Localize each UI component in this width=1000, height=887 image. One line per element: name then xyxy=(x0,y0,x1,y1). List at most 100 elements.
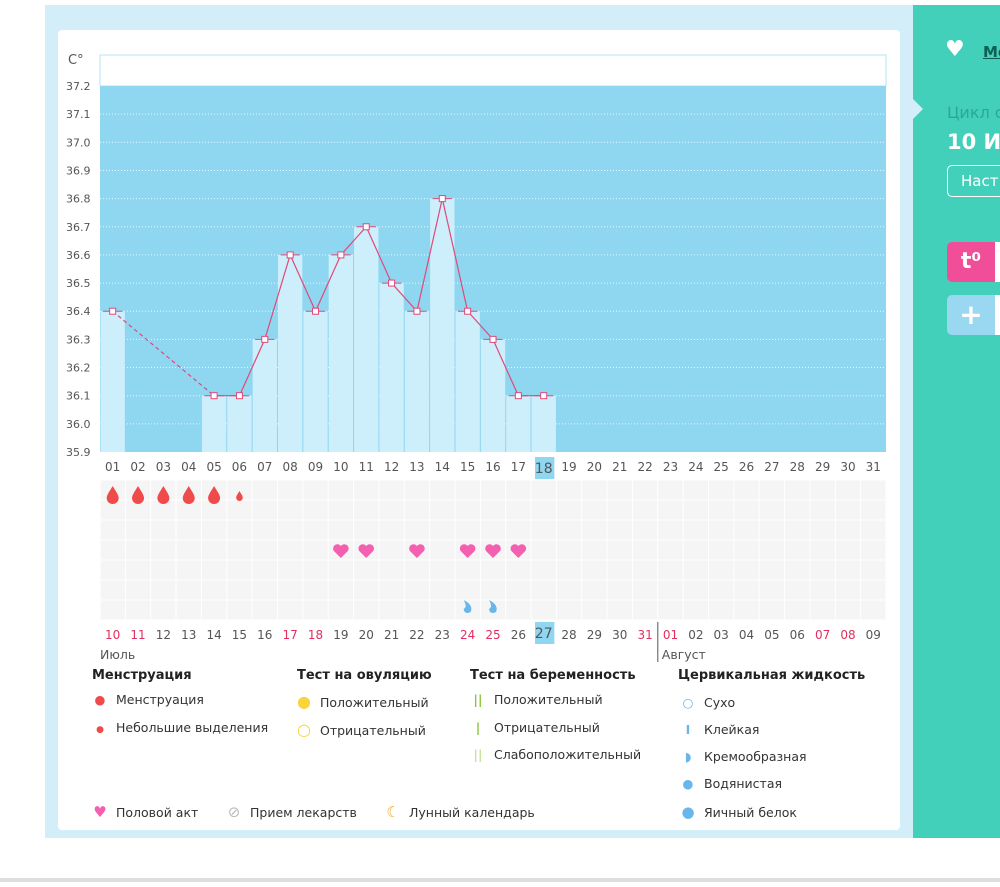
date-label: 17 xyxy=(283,628,298,642)
date-label: 06 xyxy=(790,628,805,642)
y-axis-unit: C° xyxy=(68,53,84,68)
y-tick-label: 36.7 xyxy=(66,221,91,234)
y-tick-label: 36.3 xyxy=(66,333,91,346)
legend-watery: ● Водянистая xyxy=(678,776,782,791)
temperature-point xyxy=(312,307,320,315)
temperature-point xyxy=(438,195,446,203)
date-label: 25 xyxy=(485,628,500,642)
temperature-bar xyxy=(506,395,531,452)
egg-white-icon: ● xyxy=(681,803,695,821)
y-tick-label: 36.2 xyxy=(66,362,91,375)
temperature-point xyxy=(261,335,269,343)
add-button[interactable]: + xyxy=(947,295,995,335)
legend-sticky: I Клейкая xyxy=(678,722,760,737)
y-tick-label: 36.1 xyxy=(66,390,91,403)
date-label: 10 xyxy=(105,628,120,642)
date-label: 26 xyxy=(511,628,526,642)
month-label: Июль xyxy=(100,647,135,662)
date-label: 31 xyxy=(637,628,652,642)
temperature-bar xyxy=(531,395,556,452)
temperature-bar xyxy=(379,283,404,452)
hourglass-icon: I xyxy=(685,722,691,737)
legend-dry: ○ Сухо xyxy=(678,695,736,710)
date-label: 03 xyxy=(714,628,729,642)
temperature-point xyxy=(514,392,522,400)
legend-light: ● Небольшие выделения xyxy=(90,720,268,735)
date-label: 30 xyxy=(612,628,627,642)
date-label: 01 xyxy=(663,628,678,642)
date-label: 29 xyxy=(587,628,602,642)
two-lines-icon: || xyxy=(473,692,483,707)
legend-pregnancy-weak: || Слабоположительный xyxy=(468,747,641,762)
temperature-bar xyxy=(303,311,328,452)
cycle-day-label: 13 xyxy=(409,460,424,474)
circle-outline-icon: ○ xyxy=(297,720,311,739)
legend-ovulation-negative: ○ Отрицательный xyxy=(294,720,426,739)
cycle-day-label: 27 xyxy=(764,460,779,474)
cycle-day-label: 05 xyxy=(206,460,221,474)
sidebar: ♥ Мо Цикл с 10 И Наст t⁰ + xyxy=(913,5,1000,838)
temperature-bar xyxy=(100,311,125,452)
temperature-button[interactable]: t⁰ xyxy=(947,242,995,282)
date-label: 23 xyxy=(435,628,450,642)
date-label: 02 xyxy=(688,628,703,642)
settings-button[interactable]: Наст xyxy=(947,165,1000,197)
legend-pregnancy-negative: | Отрицательный xyxy=(468,720,600,735)
cycle-day-label: 31 xyxy=(866,460,881,474)
cycle-day-label: 03 xyxy=(156,460,171,474)
temperature-point xyxy=(362,223,370,231)
legend-creamy: ◗ Кремообразная xyxy=(678,749,807,764)
date-label: 15 xyxy=(232,628,247,642)
date-label: 19 xyxy=(333,628,348,642)
cycle-day-label: 21 xyxy=(612,460,627,474)
legend-title-cervical: Цервикальная жидкость xyxy=(678,668,866,683)
y-tick-label: 36.8 xyxy=(66,193,91,206)
drop-outline-icon: ○ xyxy=(682,695,694,710)
creamy-drop-icon: ◗ xyxy=(684,749,692,764)
temperature-point xyxy=(337,251,345,259)
temperature-point xyxy=(235,392,243,400)
date-label: 27 xyxy=(535,626,553,642)
cycle-day-label: 09 xyxy=(308,460,323,474)
chart-top-band xyxy=(99,54,887,87)
date-label: 24 xyxy=(460,628,475,642)
cycle-day-label: 19 xyxy=(561,460,576,474)
date-label: 12 xyxy=(156,628,171,642)
y-tick-label: 36.0 xyxy=(66,418,91,431)
faint-lines-icon: || xyxy=(473,747,483,762)
cycle-day-label: 14 xyxy=(435,460,450,474)
legend-title-pregnancy: Тест на беременность xyxy=(470,668,636,683)
date-label: 05 xyxy=(764,628,779,642)
temperature-bar xyxy=(328,254,354,452)
temperature-chart: C° 37.2 37.1 37.0 36.9 36.8 36.7 36.6 36.5 36.4 36… xyxy=(66,53,887,662)
drop-icon: ● xyxy=(94,692,106,707)
cycle-day-label: 07 xyxy=(257,460,272,474)
cycle-day-label: 04 xyxy=(181,460,196,474)
date-label: 08 xyxy=(840,628,855,642)
y-tick-label: 37.0 xyxy=(66,136,91,149)
profile-link[interactable]: Мо xyxy=(983,43,1000,61)
date-label: 20 xyxy=(359,628,374,642)
legend-menstruation: ● Менструация xyxy=(90,692,204,707)
moon-icon: ☾ xyxy=(386,803,400,821)
date-label: 09 xyxy=(866,628,881,642)
temperature-point xyxy=(109,307,117,315)
cycle-day-label: 02 xyxy=(130,460,145,474)
date-label: 04 xyxy=(739,628,754,642)
cycle-day-label: 30 xyxy=(840,460,855,474)
circle-filled-icon: ● xyxy=(297,692,311,711)
temperature-point xyxy=(388,279,396,287)
temperature-bar xyxy=(227,395,252,452)
cycle-day-label: 06 xyxy=(232,460,247,474)
pill-icon: ⊘ xyxy=(227,803,241,821)
date-label: 21 xyxy=(384,628,399,642)
temperature-bar xyxy=(455,311,480,452)
cycle-day-label: 22 xyxy=(637,460,652,474)
heart-icon: ♥ xyxy=(945,37,965,62)
cycle-day-label: 01 xyxy=(105,460,120,474)
cycle-day-label: 17 xyxy=(511,460,526,474)
cycle-day-label: 28 xyxy=(790,460,805,474)
cycle-date: 10 И xyxy=(947,130,1000,154)
temperature-bar xyxy=(252,339,277,452)
cycle-day-label: 15 xyxy=(460,460,475,474)
